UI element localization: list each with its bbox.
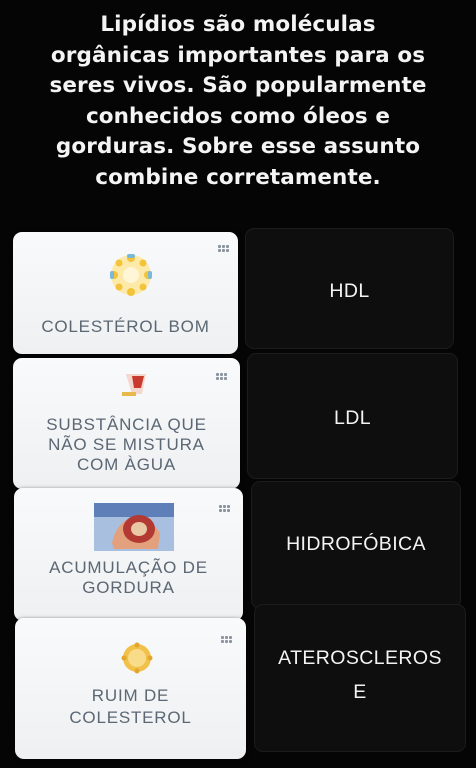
drag-handle-icon[interactable] [219, 505, 231, 513]
question-line: seres vivos. São popularmente [49, 73, 427, 98]
match-card-ruim[interactable]: RUIM DE COLESTEROL [15, 618, 246, 759]
question-line: gorduras. Sobre esse assunto [55, 134, 421, 159]
match-target-aterosclerose[interactable]: ATEROSCLEROS E [254, 604, 466, 752]
card-label-line: NÃO SE MISTURA [48, 435, 205, 454]
drag-handle-icon[interactable] [221, 636, 233, 644]
target-label: ATEROSCLEROS E [255, 641, 465, 709]
target-label: LDL [248, 406, 457, 430]
card-label: RUIM DE COLESTEROL [15, 686, 246, 728]
match-target-ldl[interactable]: LDL [247, 353, 458, 479]
target-label-line: ATEROSCLEROS [278, 647, 442, 669]
water-glass-icon [122, 374, 146, 396]
question-text: Lipídios são moléculas orgânicas importa… [14, 10, 462, 193]
target-label-line: HDL [329, 280, 370, 302]
match-target-hdl[interactable]: HDL [245, 228, 454, 349]
target-label-line: E [353, 681, 367, 703]
target-label-line: HIDROFÓBICA [286, 533, 426, 555]
card-label-line: ACUMULAÇÃO DE [49, 558, 208, 577]
card-label-line: GORDURA [82, 578, 175, 597]
card-label-line: SUBSTÂNCIA QUE [46, 415, 207, 434]
card-label: SUBSTÂNCIA QUE NÃO SE MISTURA COM ÀGUA [13, 415, 240, 475]
target-label: HIDROFÓBICA [252, 532, 460, 556]
match-target-hidrofobica[interactable]: HIDROFÓBICA [251, 481, 461, 609]
card-label-line: COM ÀGUA [77, 455, 176, 474]
card-label-line: RUIM DE [91, 686, 170, 705]
question-line: conhecidos como óleos e [85, 103, 391, 129]
artery-plaque-icon [94, 503, 174, 551]
question-line: Lipídios são moléculas [100, 12, 376, 37]
card-label-line: COLESTEROL [69, 708, 192, 727]
question-line: combine corretamente. [95, 164, 381, 190]
match-card-substancia[interactable]: SUBSTÂNCIA QUE NÃO SE MISTURA COM ÀGUA [13, 358, 240, 489]
drag-handle-icon[interactable] [218, 245, 230, 253]
card-label-line: COLESTÉROL BOM [41, 317, 210, 336]
card-label: COLESTÉROL BOM [13, 317, 238, 337]
cholesterol-molecule-icon [110, 254, 152, 296]
target-label: HDL [246, 279, 453, 303]
card-label: ACUMULAÇÃO DE GORDURA [14, 558, 243, 598]
target-label-line: LDL [334, 407, 371, 429]
lipoprotein-particle-icon [121, 642, 153, 674]
match-card-colesterol-bom[interactable]: COLESTÉROL BOM [13, 232, 238, 354]
match-card-acumulacao[interactable]: ACUMULAÇÃO DE GORDURA [14, 488, 243, 621]
question-line: orgânicas importantes para os [50, 42, 426, 68]
drag-handle-icon[interactable] [216, 373, 228, 381]
